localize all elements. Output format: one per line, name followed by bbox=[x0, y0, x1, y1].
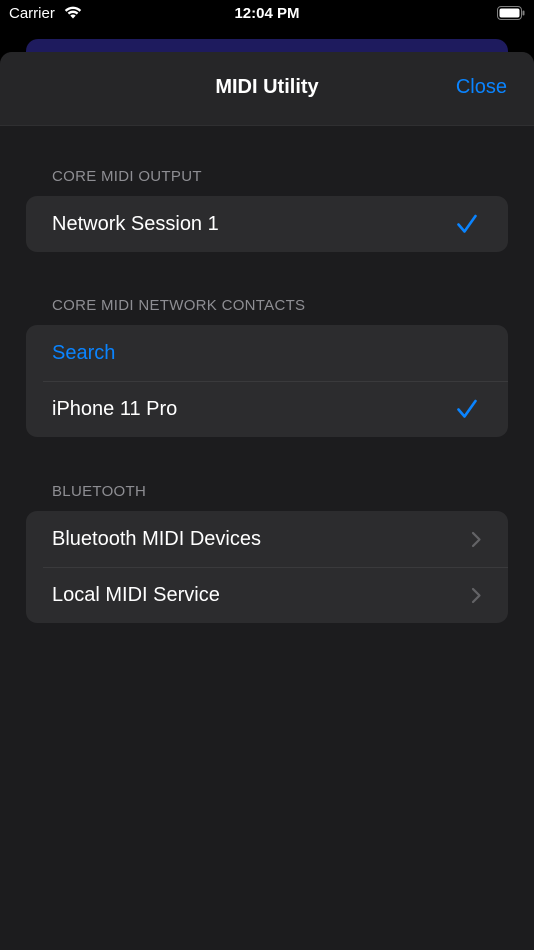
section-header-output: CORE MIDI OUTPUT bbox=[52, 168, 202, 185]
list-item-label: iPhone 11 Pro bbox=[52, 397, 178, 420]
bluetooth-group: Bluetooth MIDI Devices Local MIDI Servic… bbox=[26, 511, 508, 623]
checkmark-icon bbox=[456, 398, 478, 420]
contacts-group: Search iPhone 11 Pro bbox=[26, 325, 508, 437]
battery-icon bbox=[497, 6, 525, 20]
chevron-right-icon bbox=[470, 587, 482, 604]
close-button[interactable]: Close bbox=[456, 76, 507, 99]
chevron-right-icon bbox=[470, 531, 482, 548]
navigation-bar: MIDI Utility Close bbox=[0, 52, 534, 126]
list-item-label: Bluetooth MIDI Devices bbox=[52, 527, 261, 550]
section-header-contacts: CORE MIDI NETWORK CONTACTS bbox=[52, 297, 306, 314]
output-group: Network Session 1 bbox=[26, 196, 508, 252]
status-bar: Carrier 12:04 PM bbox=[0, 0, 534, 28]
list-item-iphone-11-pro[interactable]: iPhone 11 Pro bbox=[26, 381, 508, 437]
checkmark-icon bbox=[456, 213, 478, 235]
list-item-local-midi-service[interactable]: Local MIDI Service bbox=[26, 567, 508, 623]
status-time: 12:04 PM bbox=[234, 5, 300, 22]
screen: Carrier 12:04 PM MIDI Utility Close CORE… bbox=[0, 0, 534, 950]
search-label: Search bbox=[52, 341, 116, 364]
modal-sheet: MIDI Utility Close CORE MIDI OUTPUT Netw… bbox=[0, 52, 534, 950]
search-button[interactable]: Search bbox=[26, 325, 508, 381]
section-header-bluetooth: BLUETOOTH bbox=[52, 483, 147, 500]
list-item-network-session[interactable]: Network Session 1 bbox=[26, 196, 508, 252]
page-title: MIDI Utility bbox=[215, 76, 319, 98]
list-item-label: Network Session 1 bbox=[52, 212, 219, 235]
list-item-bluetooth-midi-devices[interactable]: Bluetooth MIDI Devices bbox=[26, 511, 508, 567]
list-item-label: Local MIDI Service bbox=[52, 583, 220, 606]
